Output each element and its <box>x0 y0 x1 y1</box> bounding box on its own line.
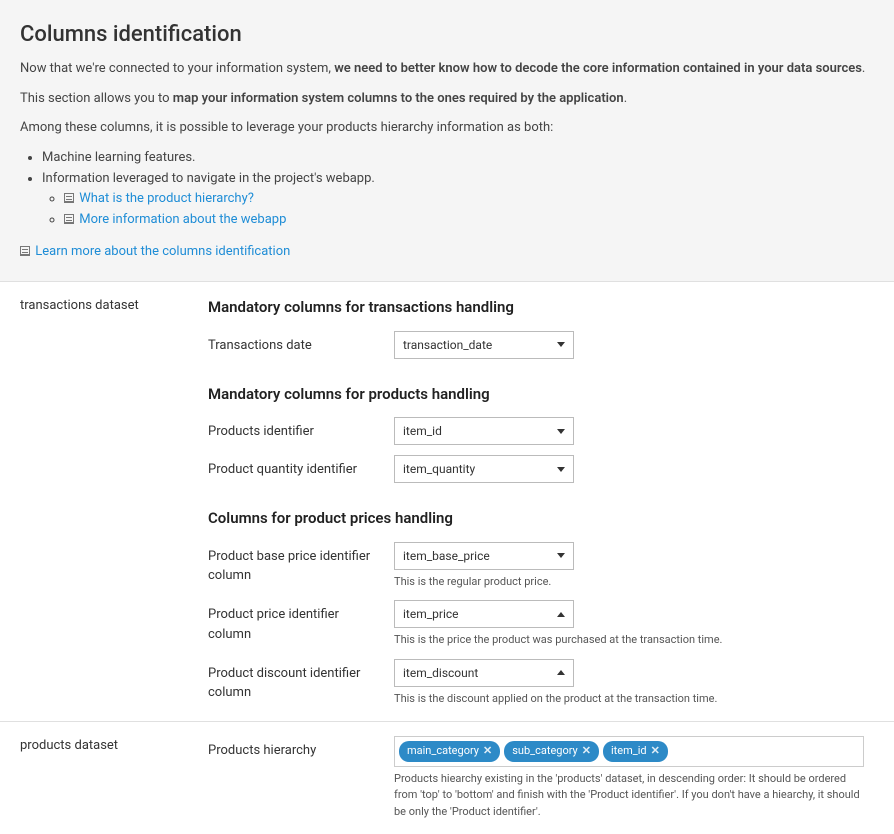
chevron-down-icon <box>557 342 565 347</box>
tag-item[interactable]: item_id ✕ <box>603 741 668 762</box>
intro-paragraph-2: This section allows you to map your info… <box>20 89 874 109</box>
help-text-base-price: This is the regular product price. <box>394 574 864 591</box>
intro-paragraph-3: Among these columns, it is possible to l… <box>20 118 874 138</box>
tag-item[interactable]: sub_category ✕ <box>504 741 599 762</box>
chevron-down-icon <box>557 553 565 558</box>
tag-label: main_category <box>407 743 479 760</box>
page-title: Columns identification <box>20 18 874 51</box>
tag-label: item_id <box>611 743 647 760</box>
link-learn-more-columns[interactable]: Learn more about the columns identificat… <box>35 244 290 259</box>
select-value: item_id <box>403 422 442 440</box>
select-base-price[interactable]: item_base_price <box>394 542 574 570</box>
doc-icon <box>64 193 74 203</box>
field-label-transactions-date: Transactions date <box>208 331 394 356</box>
intro-p2-strong: map your information system columns to t… <box>173 91 624 106</box>
help-text-product-price: This is the price the product was purcha… <box>394 632 864 649</box>
doc-icon <box>64 214 74 224</box>
chevron-down-icon <box>557 467 565 472</box>
select-product-price[interactable]: item_price <box>394 600 574 628</box>
chevron-down-icon <box>557 429 565 434</box>
field-label-product-price: Product price identifier column <box>208 600 394 644</box>
field-label-products-hierarchy: Products hierarchy <box>208 736 394 761</box>
field-label-product-quantity: Product quantity identifier <box>208 455 394 480</box>
select-value: item_quantity <box>403 460 475 478</box>
intro-paragraph-1: Now that we're connected to your informa… <box>20 59 874 79</box>
intro-p2-suffix: . <box>624 91 627 106</box>
tag-label: sub_category <box>512 743 578 760</box>
help-text-product-discount: This is the discount applied on the prod… <box>394 691 864 708</box>
link-webapp-info[interactable]: More information about the webapp <box>79 212 286 227</box>
select-value: item_price <box>403 605 459 623</box>
select-transactions-date[interactable]: transaction_date <box>394 331 574 359</box>
intro-bullet-1: Machine learning features. <box>42 148 874 168</box>
select-value: item_base_price <box>403 547 490 565</box>
field-label-product-discount: Product discount identifier column <box>208 659 394 703</box>
help-text-products-hierarchy: Products hiearchy existing in the 'produ… <box>394 771 864 821</box>
select-value: transaction_date <box>403 336 492 354</box>
tags-input-products-hierarchy[interactable]: main_category ✕ sub_category ✕ item_id ✕ <box>394 736 864 767</box>
intro-p2-prefix: This section allows you to <box>20 91 173 106</box>
link-product-hierarchy[interactable]: What is the product hierarchy? <box>79 191 254 206</box>
chevron-up-icon <box>557 670 565 675</box>
group-title-products-handling: Mandatory columns for products handling <box>208 383 874 406</box>
group-title-prices-handling: Columns for product prices handling <box>208 507 874 530</box>
select-value: item_discount <box>403 664 478 682</box>
intro-bullet-2: Information leveraged to navigate in the… <box>42 171 375 186</box>
field-label-products-identifier: Products identifier <box>208 417 394 442</box>
intro-p1-strong: we need to better know how to decode the… <box>334 61 862 76</box>
section-label-transactions: transactions dataset <box>0 282 208 721</box>
intro-p1-prefix: Now that we're connected to your informa… <box>20 61 334 76</box>
close-icon[interactable]: ✕ <box>582 743 591 760</box>
close-icon[interactable]: ✕ <box>651 743 660 760</box>
tag-item[interactable]: main_category ✕ <box>399 741 500 762</box>
group-title-txn-handling: Mandatory columns for transactions handl… <box>208 296 874 319</box>
select-products-identifier[interactable]: item_id <box>394 417 574 445</box>
intro-p1-suffix: . <box>862 61 865 76</box>
close-icon[interactable]: ✕ <box>483 743 492 760</box>
chevron-up-icon <box>557 612 565 617</box>
doc-icon <box>20 246 30 256</box>
select-product-discount[interactable]: item_discount <box>394 659 574 687</box>
field-label-base-price: Product base price identifier column <box>208 542 394 586</box>
select-product-quantity[interactable]: item_quantity <box>394 455 574 483</box>
section-label-products: products dataset <box>0 722 208 834</box>
